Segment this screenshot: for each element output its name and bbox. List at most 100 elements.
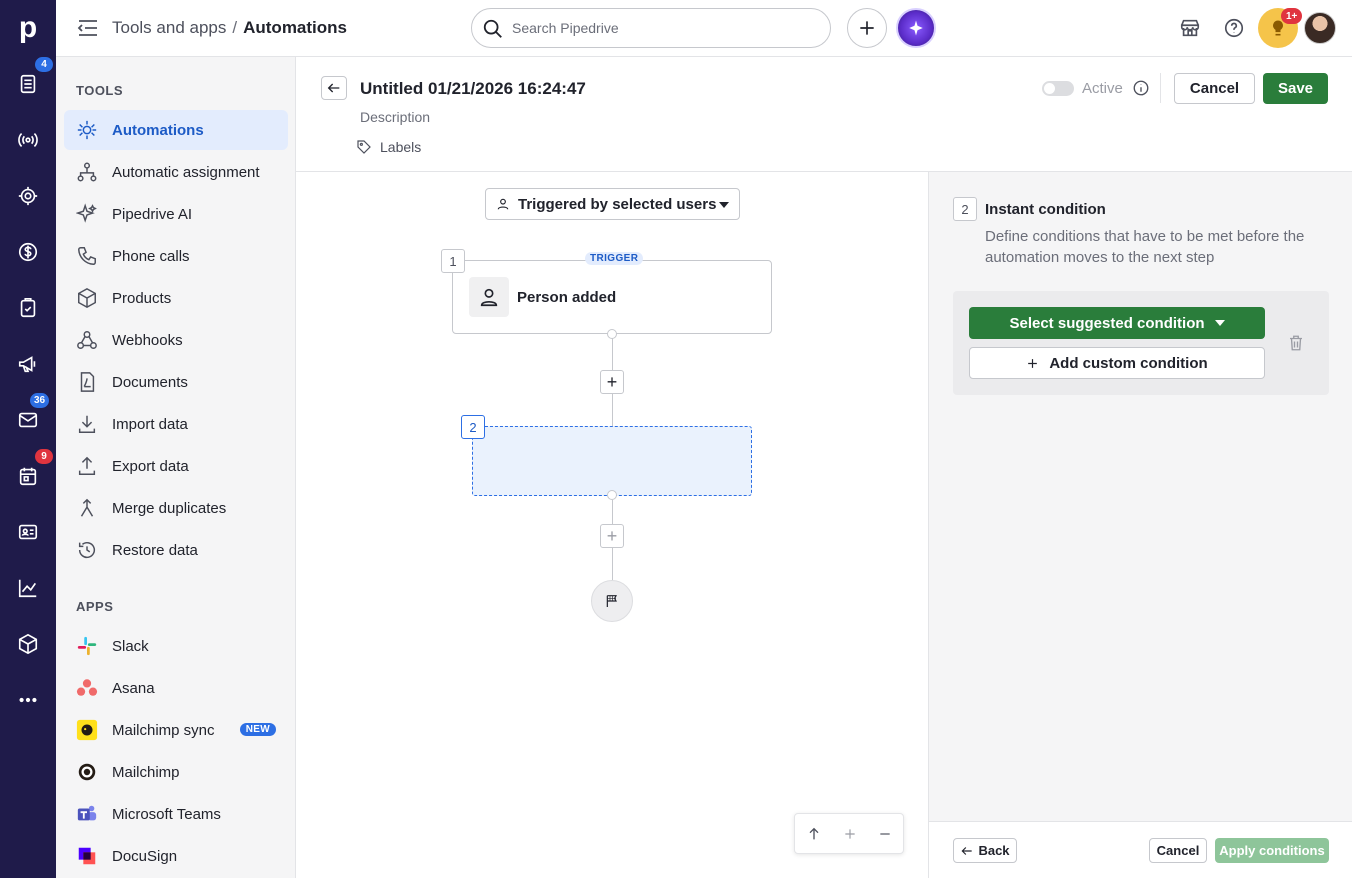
save-button[interactable]: Save	[1263, 73, 1328, 104]
broadcast-nav-button[interactable]	[0, 112, 56, 168]
new-badge: NEW	[239, 723, 276, 736]
workflow-canvas[interactable]: Triggered by selected users Person added…	[296, 172, 928, 878]
step-number-1: 1	[441, 249, 465, 273]
arrow-up-icon[interactable]	[806, 826, 822, 842]
chart-icon	[18, 579, 37, 598]
mail-nav-button[interactable]: 36	[0, 392, 56, 448]
deals-nav-button[interactable]	[0, 224, 56, 280]
asana-icon	[76, 677, 98, 699]
breadcrumb-parent[interactable]: Tools and apps	[112, 18, 226, 37]
trigger-step-card[interactable]: Person added	[452, 260, 772, 334]
zoom-controls	[794, 813, 904, 854]
help-button[interactable]	[1221, 15, 1247, 41]
panel-back-button[interactable]: Back	[953, 838, 1017, 863]
more-nav-button[interactable]	[0, 672, 56, 728]
trigger-scope-label: Triggered by selected users	[518, 195, 717, 213]
sidebar-item-microsoft-teams[interactable]: Microsoft Teams	[64, 794, 288, 834]
info-icon[interactable]	[1132, 79, 1150, 97]
active-toggle[interactable]	[1042, 81, 1074, 96]
leads-nav-button[interactable]: 4	[0, 56, 56, 112]
sidebar-item-label: Documents	[112, 373, 188, 391]
zoom-out-icon[interactable]	[878, 827, 892, 841]
sidebar-item-label: Mailchimp	[112, 763, 180, 781]
marketplace-button[interactable]	[1177, 15, 1203, 41]
sidebar-item-export-data[interactable]: Export data	[64, 446, 288, 486]
sidebar-item-asana[interactable]: Asana	[64, 668, 288, 708]
zoom-in-icon[interactable]	[843, 827, 857, 841]
automation-title[interactable]: Untitled 01/21/2026 16:24:47	[360, 79, 586, 99]
add-custom-condition-button[interactable]: Add custom condition	[969, 347, 1265, 379]
sidebar-item-mailchimp-sync[interactable]: Mailchimp sync NEW	[64, 710, 288, 750]
sidebar-item-phone-calls[interactable]: Phone calls	[64, 236, 288, 276]
trigger-scope-select[interactable]: Triggered by selected users	[485, 188, 740, 220]
contacts-nav-button[interactable]	[0, 504, 56, 560]
sidebar-item-label: Import data	[112, 415, 188, 433]
sidebar-item-docusign[interactable]: DocuSign	[64, 836, 288, 876]
teams-icon	[76, 803, 98, 825]
apply-conditions-button[interactable]: Apply conditions	[1215, 838, 1329, 863]
sidebar-item-webhooks[interactable]: Webhooks	[64, 320, 288, 360]
labels-text: Labels	[380, 139, 422, 155]
chevron-down-icon	[1214, 320, 1225, 326]
add-step-button[interactable]: +	[600, 370, 624, 394]
back-button[interactable]	[321, 76, 347, 100]
quick-add-button[interactable]	[847, 8, 887, 48]
add-step-button-disabled[interactable]: +	[600, 524, 624, 548]
mailchimp-icon	[76, 719, 98, 741]
select-suggested-condition-button[interactable]: Select suggested condition	[969, 307, 1265, 339]
leads-icon	[20, 74, 36, 94]
search-input[interactable]: Search Pipedrive	[471, 8, 831, 48]
trigger-tag: TRIGGER	[585, 252, 644, 265]
sidebar-item-label: Mailchimp sync	[112, 721, 215, 739]
mailchimp-icon	[76, 761, 98, 783]
panel-cancel-button[interactable]: Cancel	[1149, 838, 1207, 863]
slack-icon	[76, 635, 98, 657]
pipedrive-logo[interactable]: p	[0, 0, 56, 56]
campaigns-nav-button[interactable]	[0, 336, 56, 392]
search-icon	[483, 19, 502, 38]
finish-node	[591, 580, 633, 622]
phone-icon	[76, 245, 98, 267]
insights-nav-button[interactable]	[0, 560, 56, 616]
panel-footer: Back Cancel Apply conditions	[929, 821, 1352, 878]
avatar[interactable]	[1304, 12, 1336, 44]
connector-dot	[607, 490, 617, 500]
sidebar-item-products[interactable]: Products	[64, 278, 288, 318]
menu-collapse-icon[interactable]	[76, 17, 100, 39]
sidebar-item-pipedrive-ai[interactable]: Pipedrive AI	[64, 194, 288, 234]
tag-icon	[357, 140, 371, 154]
sidebar-item-label: Slack	[112, 637, 149, 655]
connector-line	[612, 394, 613, 426]
leads-badge: 4	[35, 57, 53, 72]
cancel-button[interactable]: Cancel	[1174, 73, 1255, 104]
sidebar-item-label: Restore data	[112, 541, 198, 559]
box-icon	[18, 633, 38, 655]
ai-assistant-button[interactable]	[896, 8, 936, 48]
restore-icon	[76, 539, 98, 561]
target-icon	[18, 186, 38, 206]
sidebar-item-documents[interactable]: Documents	[64, 362, 288, 402]
tasks-nav-button[interactable]	[0, 280, 56, 336]
labels-button[interactable]: Labels	[356, 139, 421, 155]
sidebar-item-restore-data[interactable]: Restore data	[64, 530, 288, 570]
description-field[interactable]: Description	[360, 109, 430, 125]
condition-step-placeholder[interactable]	[472, 426, 752, 496]
target-nav-button[interactable]	[0, 168, 56, 224]
sidebar-item-mailchimp[interactable]: Mailchimp	[64, 752, 288, 792]
trash-icon[interactable]	[1287, 334, 1305, 352]
breadcrumb-current: Automations	[243, 18, 347, 37]
sidebar-item-import-data[interactable]: Import data	[64, 404, 288, 444]
header-divider	[1160, 73, 1161, 103]
sidebar-item-automations[interactable]: Automations	[64, 110, 288, 150]
products-nav-button[interactable]	[0, 616, 56, 672]
sidebar-item-automatic-assignment[interactable]: Automatic assignment	[64, 152, 288, 192]
panel-description: Define conditions that have to be met be…	[985, 228, 1305, 266]
sidebar-item-slack[interactable]: Slack	[64, 626, 288, 666]
tools-sidebar: TOOLS Automations Automatic assignment P…	[56, 57, 296, 878]
condition-panel: 2 Instant condition Define conditions th…	[928, 172, 1352, 878]
document-icon	[76, 371, 98, 393]
sidebar-item-merge-duplicates[interactable]: Merge duplicates	[64, 488, 288, 528]
breadcrumb-separator: /	[232, 18, 238, 37]
calendar-nav-button[interactable]: 9	[0, 448, 56, 504]
box-icon	[76, 287, 98, 309]
